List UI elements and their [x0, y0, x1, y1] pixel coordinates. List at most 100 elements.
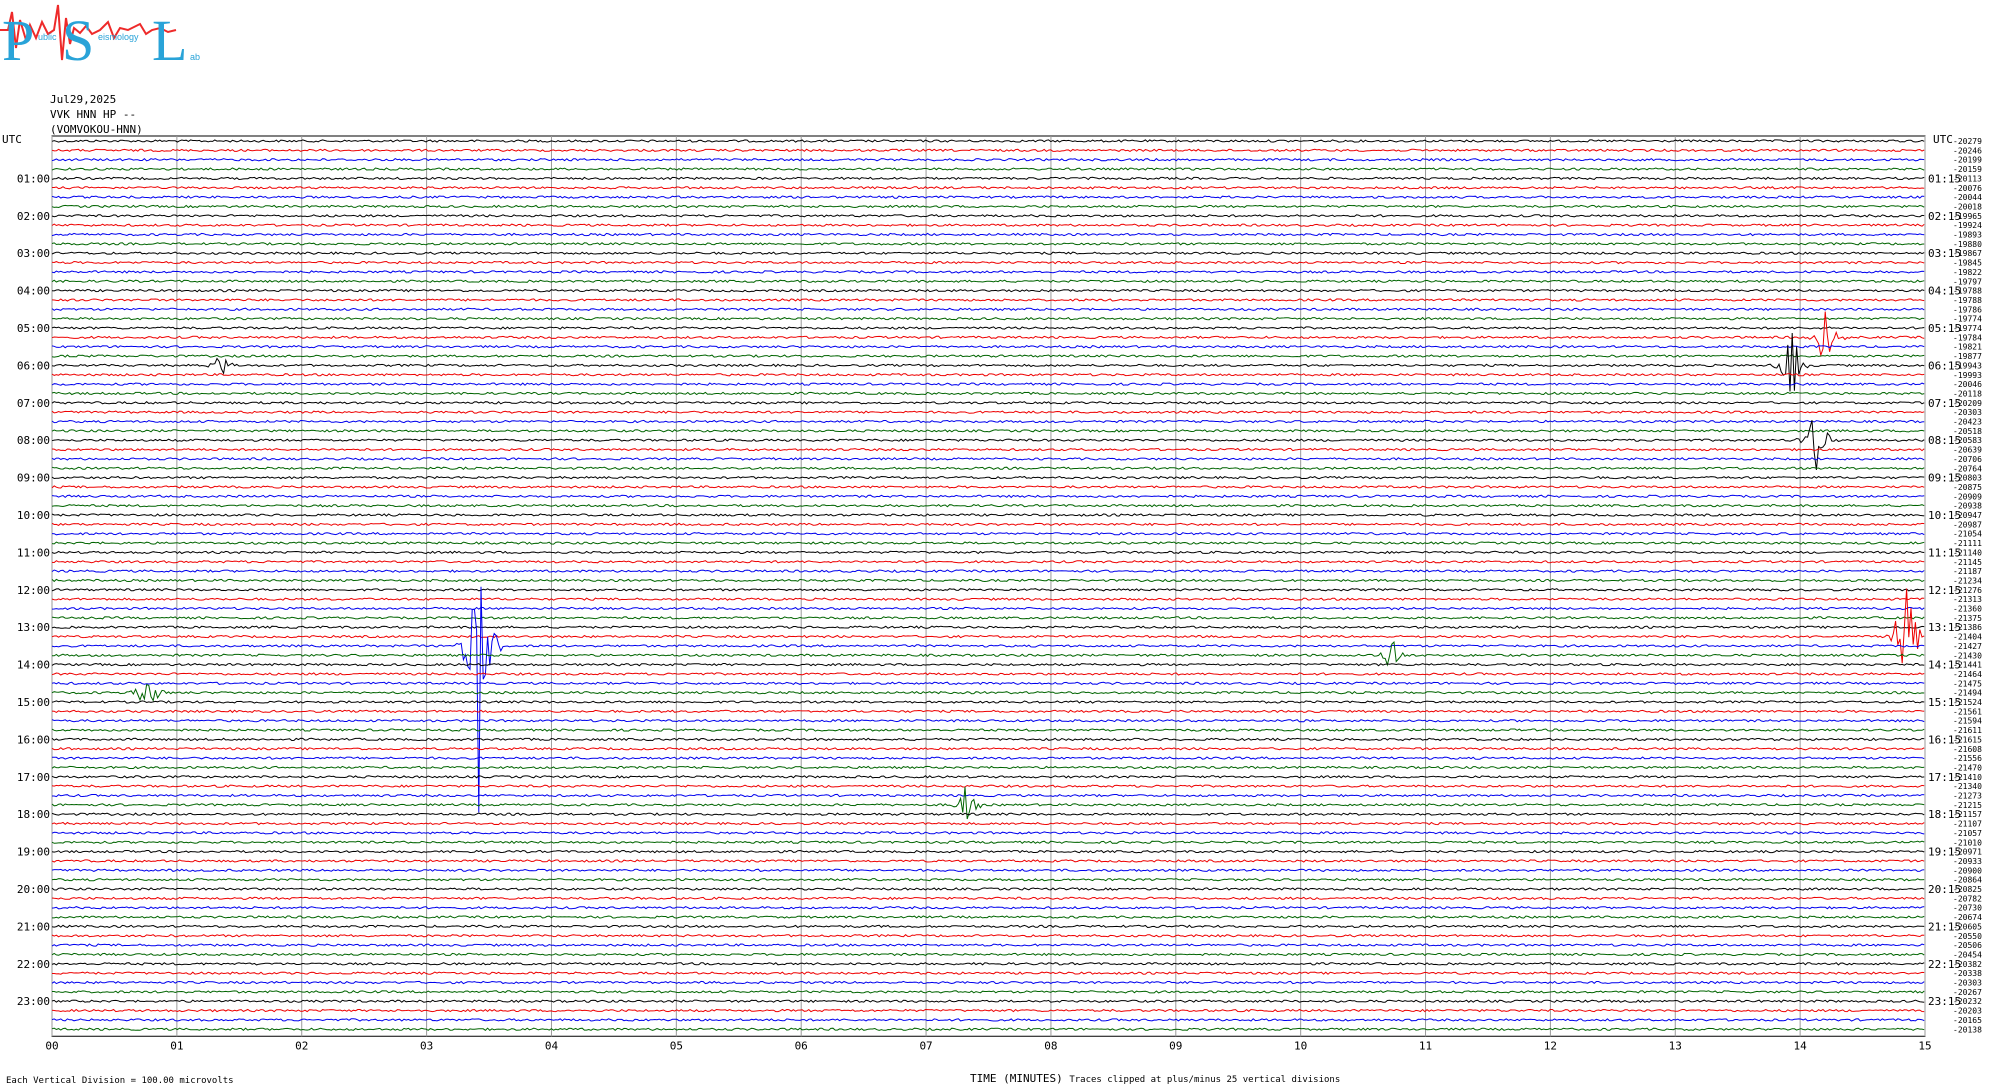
left-hour-label: 16:00: [17, 733, 50, 746]
right-hour-label: 19:15: [1928, 846, 1961, 859]
seismic-trace: [51, 784, 1925, 788]
seismic-trace: [51, 662, 1925, 667]
right-hour-label: 21:15: [1928, 920, 1961, 933]
seismic-trace: [51, 401, 1925, 405]
seismic-trace: [51, 684, 1925, 702]
seismic-trace: [51, 737, 1925, 742]
x-tick-label: 06: [795, 1039, 808, 1052]
left-hour-label: 13:00: [17, 621, 50, 634]
x-tick-label: 05: [670, 1039, 683, 1052]
seismic-trace: [51, 354, 1925, 358]
seismic-trace: [51, 485, 1925, 489]
seismic-trace: [51, 896, 1925, 901]
left-hour-label: 12:00: [17, 584, 50, 597]
seismic-trace: [51, 344, 1925, 349]
left-hour-label: 05:00: [17, 322, 50, 335]
trace-offset-label: -20199: [1953, 156, 1982, 165]
seismic-trace: [51, 391, 1925, 396]
right-hour-label: 23:15: [1928, 995, 1961, 1008]
seismic-trace: [51, 980, 1925, 985]
x-tick-label: 13: [1669, 1039, 1682, 1052]
seismic-trace: [51, 821, 1925, 826]
trace-offset-label: -21556: [1953, 754, 1982, 763]
seismic-trace: [51, 513, 1925, 517]
seismic-trace: [51, 157, 1925, 162]
x-tick-label: 01: [170, 1039, 183, 1052]
x-tick-label: 03: [420, 1039, 433, 1052]
seismic-trace: [51, 1018, 1925, 1022]
trace-offset-label: -20138: [1953, 1025, 1982, 1034]
x-tick-label: 09: [1169, 1039, 1182, 1052]
x-tick-label: 07: [919, 1039, 932, 1052]
x-tick-label: 15: [1918, 1039, 1931, 1052]
seismic-trace: [51, 420, 1925, 470]
seismic-trace: [51, 905, 1925, 910]
seismic-trace: [52, 186, 1925, 190]
seismic-trace: [51, 719, 1925, 723]
right-hour-label: 09:15: [1928, 472, 1961, 485]
seismic-trace: [51, 859, 1925, 863]
seismic-trace: [51, 952, 1925, 957]
seismic-trace: [51, 475, 1925, 480]
seismic-trace: [51, 419, 1925, 424]
seismic-trace: [52, 990, 1925, 994]
seismic-trace: [51, 447, 1925, 452]
seismic-trace: [51, 195, 1925, 199]
trace-offset-label: -20044: [1953, 193, 1982, 202]
right-hour-label: 18:15: [1928, 808, 1961, 821]
left-hour-label: 15:00: [17, 696, 50, 709]
seismic-trace: [51, 586, 1925, 813]
trace-offset-label: -21360: [1953, 605, 1982, 614]
trace-offset-label: -19786: [1953, 305, 1982, 314]
seismic-trace: [51, 1008, 1925, 1013]
seismic-trace: [51, 700, 1925, 704]
x-tick-label: 00: [45, 1039, 58, 1052]
trace-offset-label: -19822: [1953, 268, 1982, 277]
trace-offset-label: -20730: [1953, 904, 1982, 913]
seismic-trace: [51, 316, 1925, 321]
seismic-trace: [51, 410, 1925, 414]
vertical-division-note: Each Vertical Division = 100.00 microvol…: [6, 1076, 234, 1086]
seismic-trace: [51, 223, 1925, 227]
seismic-trace: [52, 793, 1925, 798]
seismic-trace: [51, 373, 1925, 377]
seismic-trace: [51, 148, 1925, 153]
seismic-trace: [51, 307, 1925, 312]
trace-offset-label: -21054: [1953, 530, 1982, 539]
seismic-trace: [51, 232, 1925, 237]
seismic-trace: [51, 747, 1925, 751]
seismic-trace: [51, 887, 1925, 891]
seismic-trace: [51, 332, 1925, 392]
seismic-trace: [51, 934, 1925, 938]
seismic-trace: [51, 578, 1925, 583]
seismic-trace: [51, 849, 1925, 854]
trace-offset-label: -21057: [1953, 829, 1982, 838]
right-hour-label: 17:15: [1928, 771, 1961, 784]
seismic-trace: [51, 868, 1925, 873]
right-hour-label: 20:15: [1928, 883, 1961, 896]
seismic-trace: [51, 494, 1925, 499]
seismic-trace: [51, 167, 1925, 171]
x-tick-label: 11: [1419, 1039, 1432, 1052]
seismic-trace: [51, 279, 1925, 283]
seismic-trace: [51, 270, 1925, 274]
left-hour-label: 21:00: [17, 920, 50, 933]
right-hour-label: 08:15: [1928, 434, 1961, 447]
right-hour-label: 15:15: [1928, 696, 1961, 709]
left-hour-label: 19:00: [17, 846, 50, 859]
seismic-trace: [51, 260, 1925, 265]
right-hour-label: 11:15: [1928, 546, 1961, 559]
seismic-trace: [51, 214, 1925, 218]
right-hour-label: 14:15: [1928, 659, 1961, 672]
x-tick-label: 12: [1544, 1039, 1557, 1052]
seismic-trace: [51, 382, 1925, 386]
seismic-trace: [51, 877, 1925, 882]
left-hour-label: 11:00: [17, 546, 50, 559]
seismic-trace: [51, 550, 1925, 555]
left-hour-label: 20:00: [17, 883, 50, 896]
seismic-trace: [51, 588, 1925, 592]
seismic-trace: [51, 288, 1925, 293]
seismic-trace: [51, 597, 1925, 601]
seismic-trace: [51, 616, 1925, 620]
right-hour-label: 22:15: [1928, 958, 1961, 971]
